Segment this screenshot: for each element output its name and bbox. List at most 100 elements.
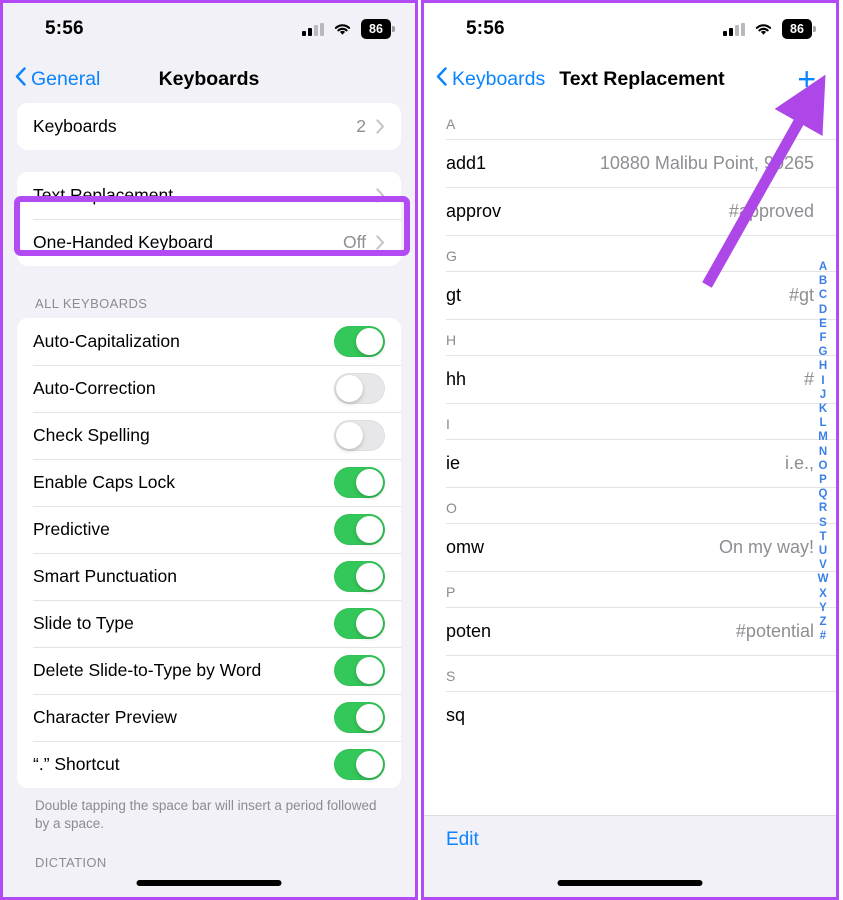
screenshot-stage: 5:56 86 General Keyboards Keyboards 2 Te…: [0, 0, 843, 900]
toggle-row-slide-to-type[interactable]: Slide to Type: [17, 600, 401, 647]
toggle-switch[interactable]: [334, 514, 385, 545]
row-phrase: #gt: [788, 284, 814, 305]
index-letter[interactable]: I: [821, 374, 824, 388]
toggle-row-smart-punctuation[interactable]: Smart Punctuation: [17, 553, 401, 600]
chevron-right-icon: [376, 235, 385, 250]
list-section-header: O: [424, 487, 836, 523]
toggle-knob: [356, 704, 383, 731]
index-letter[interactable]: W: [818, 572, 829, 586]
settings-row-value: 2: [356, 116, 366, 136]
index-letter[interactable]: N: [819, 445, 827, 459]
toggle-row-delete-slide-to-type-by-word[interactable]: Delete Slide-to-Type by Word: [17, 647, 401, 694]
toggle-switch[interactable]: [334, 561, 385, 592]
index-letter[interactable]: M: [818, 430, 828, 444]
toggle-row-label: Auto-Capitalization: [33, 331, 180, 351]
battery-icon: 86: [361, 18, 391, 40]
settings-row-keyboards[interactable]: Keyboards 2: [17, 103, 401, 150]
cellular-signal-icon: [723, 22, 745, 36]
index-letter[interactable]: D: [819, 303, 827, 317]
status-bar-icons: 86: [302, 18, 391, 40]
index-letter[interactable]: Q: [819, 487, 828, 501]
index-letter[interactable]: T: [819, 530, 826, 544]
back-button-keyboards[interactable]: Keyboards: [436, 66, 545, 92]
index-letter[interactable]: J: [820, 388, 826, 402]
settings-row-value: Off: [342, 232, 366, 252]
toggle-switch[interactable]: [334, 608, 385, 639]
toggle-row-enable-caps-lock[interactable]: Enable Caps Lock: [17, 459, 401, 506]
index-letter[interactable]: C: [819, 288, 827, 302]
toggle-switch[interactable]: [334, 420, 385, 451]
toggle-switch[interactable]: [334, 373, 385, 404]
row-shortcut: sq: [446, 704, 466, 725]
index-letter[interactable]: B: [819, 274, 827, 288]
toggle-switch[interactable]: [334, 326, 385, 357]
toggle-row-label: Predictive: [33, 519, 110, 539]
list-section-header: H: [424, 319, 836, 355]
toggle-knob: [356, 516, 383, 543]
index-letter[interactable]: L: [819, 416, 826, 430]
index-letter[interactable]: V: [819, 558, 827, 572]
row-shortcut: ie: [446, 452, 461, 473]
status-bar-clock: 5:56: [45, 18, 84, 39]
chevron-right-icon: [376, 119, 385, 134]
toggle-row-label: Auto-Correction: [33, 378, 156, 398]
wifi-icon: [333, 22, 352, 36]
row-shortcut: omw: [446, 536, 485, 557]
left-phone-screen-keyboards: 5:56 86 General Keyboards Keyboards 2 Te…: [0, 0, 418, 900]
toggle-knob: [336, 375, 363, 402]
index-letter[interactable]: X: [819, 587, 827, 601]
toggle-row-auto-correction[interactable]: Auto-Correction: [17, 365, 401, 412]
index-letter[interactable]: A: [819, 260, 827, 274]
status-bar-clock: 5:56: [466, 18, 505, 39]
text-replacement-row[interactable]: add1 10880 Malibu Point, 90265: [424, 139, 836, 187]
index-letter[interactable]: R: [819, 501, 827, 515]
settings-row-label: Text Replacement: [33, 185, 174, 205]
list-section-header: I: [424, 403, 836, 439]
settings-row-text-replacement[interactable]: Text Replacement: [17, 172, 401, 219]
text-replacement-row[interactable]: sq: [424, 691, 836, 739]
index-letter[interactable]: E: [819, 317, 827, 331]
text-replacement-row[interactable]: approv #approved: [424, 187, 836, 235]
toggle-row-label: Delete Slide-to-Type by Word: [33, 660, 262, 680]
index-letter[interactable]: F: [819, 331, 826, 345]
toggle-row-character-preview[interactable]: Character Preview: [17, 694, 401, 741]
index-letter[interactable]: #: [820, 629, 826, 643]
index-letter[interactable]: O: [819, 459, 828, 473]
index-letter[interactable]: H: [819, 359, 827, 373]
toggle-row-predictive[interactable]: Predictive: [17, 506, 401, 553]
settings-row-label: Keyboards: [33, 116, 117, 136]
text-replacement-row[interactable]: omw On my way!: [424, 523, 836, 571]
index-letter[interactable]: U: [819, 544, 827, 558]
text-replacement-row[interactable]: hh #: [424, 355, 836, 403]
toggle-knob: [356, 328, 383, 355]
alphabet-index-strip[interactable]: A B C D E F G H I J K L M N O P Q R S T U V W X Y Z #: [813, 260, 833, 643]
toggle-row-label: Enable Caps Lock: [33, 472, 176, 492]
text-replacement-row[interactable]: ie i.e.,: [424, 439, 836, 487]
toggle-switch[interactable]: [334, 467, 385, 498]
toggle-switch[interactable]: [334, 702, 385, 733]
toggle-row-check-spelling[interactable]: Check Spelling: [17, 412, 401, 459]
back-button-general[interactable]: General: [15, 66, 100, 92]
index-letter[interactable]: P: [819, 473, 827, 487]
home-indicator: [557, 880, 703, 886]
toggle-switch[interactable]: [334, 655, 385, 686]
toggle-row-label: Slide to Type: [33, 613, 134, 633]
toggle-switch[interactable]: [334, 749, 385, 780]
toggle-row-period-shortcut[interactable]: “.” Shortcut: [17, 741, 401, 788]
status-bar-left: 5:56 86: [3, 3, 415, 55]
index-letter[interactable]: K: [819, 402, 827, 416]
edit-button[interactable]: Edit: [446, 829, 479, 851]
toggle-row-auto-capitalization[interactable]: Auto-Capitalization: [17, 318, 401, 365]
list-section-header: P: [424, 571, 836, 607]
section-header-dictation: DICTATION: [35, 855, 107, 871]
index-letter[interactable]: G: [819, 345, 828, 359]
index-letter[interactable]: Y: [819, 601, 827, 615]
index-letter[interactable]: Z: [819, 615, 826, 629]
index-letter[interactable]: S: [819, 516, 827, 530]
text-replacement-row[interactable]: poten #potential: [424, 607, 836, 655]
plus-icon[interactable]: +: [797, 63, 816, 96]
row-shortcut: add1: [446, 152, 487, 173]
settings-row-one-handed-keyboard[interactable]: One-Handed Keyboard Off: [17, 219, 401, 266]
text-replacement-row[interactable]: gt #gt: [424, 271, 836, 319]
